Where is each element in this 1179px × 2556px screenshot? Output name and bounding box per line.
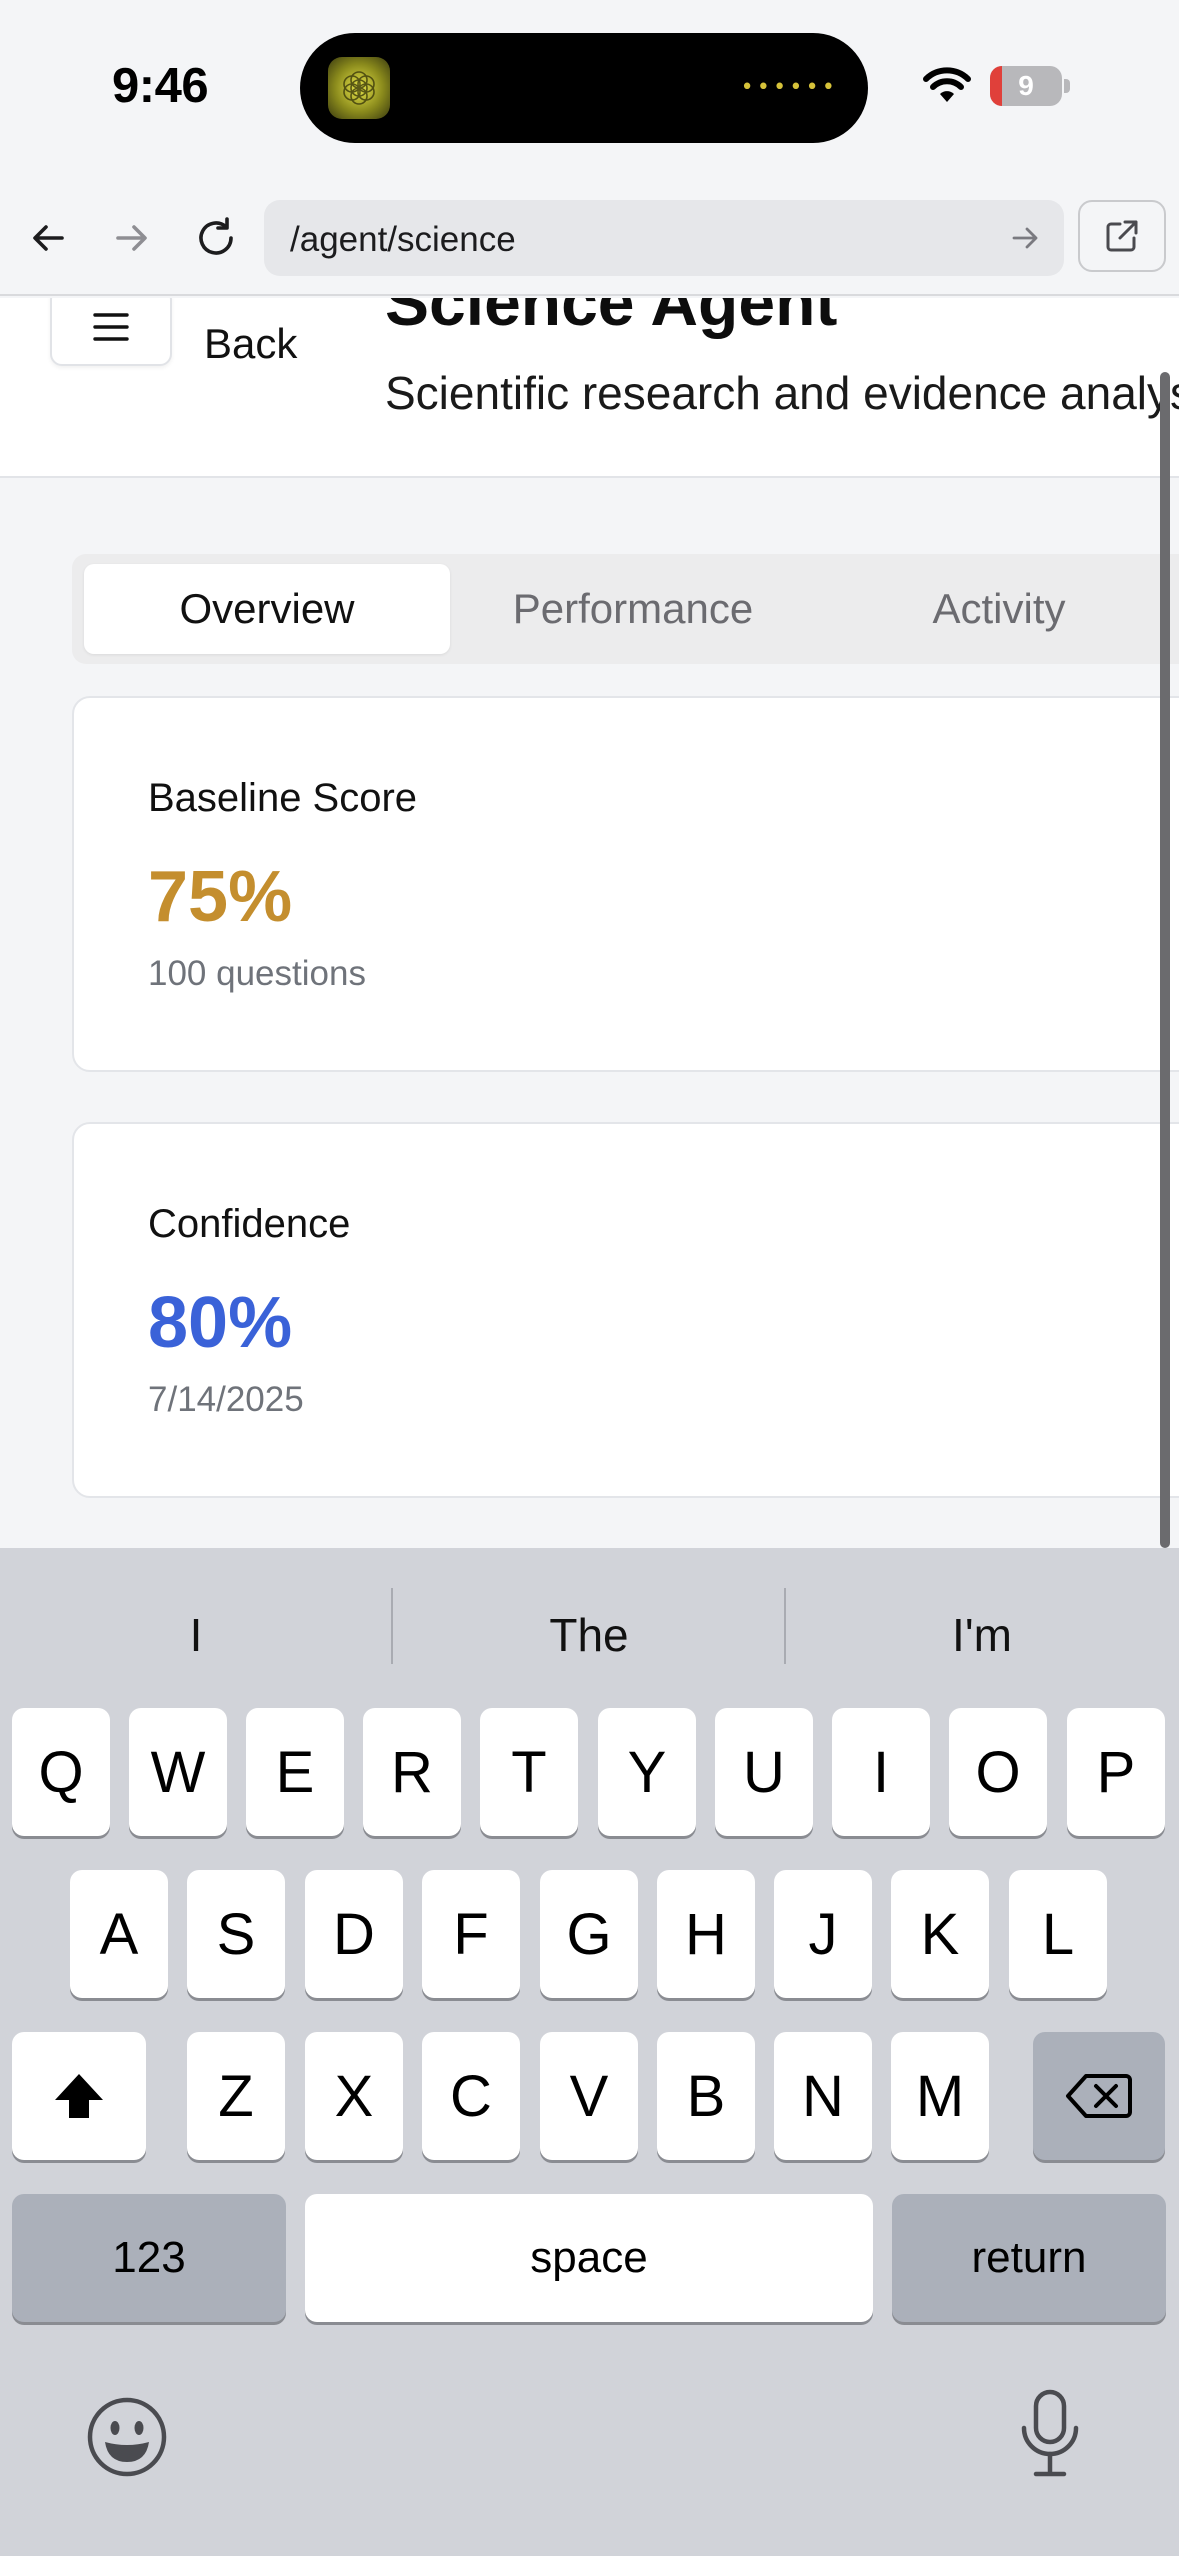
key-j[interactable]: J: [774, 1870, 872, 1998]
space-key[interactable]: space: [305, 2194, 873, 2322]
card-subtext: 100 questions: [148, 954, 366, 993]
key-c[interactable]: C: [422, 2032, 520, 2160]
key-t[interactable]: T: [480, 1708, 578, 1836]
suggestion-2[interactable]: The: [393, 1590, 785, 1680]
dynamic-island: ••••••: [300, 33, 868, 143]
key-g[interactable]: G: [540, 1870, 638, 1998]
go-arrow-icon[interactable]: [1008, 220, 1044, 256]
suggestion-1[interactable]: I: [0, 1590, 392, 1680]
keyboard: I The I'm Q W E R T Y U I O P A S D F G …: [0, 1548, 1179, 2556]
key-s[interactable]: S: [187, 1870, 285, 1998]
agent-content: Overview Performance Activity Baseline S…: [0, 478, 1179, 1548]
baseline-score-card: Baseline Score 75% 100 questions: [72, 696, 1179, 1072]
live-activity-app-icon: [328, 57, 390, 119]
backspace-icon: [1066, 2074, 1132, 2118]
forward-arrow-button[interactable]: [102, 208, 162, 268]
suggestion-3[interactable]: I'm: [786, 1590, 1178, 1680]
key-e[interactable]: E: [246, 1708, 344, 1836]
key-k[interactable]: K: [891, 1870, 989, 1998]
key-f[interactable]: F: [422, 1870, 520, 1998]
emoji-icon[interactable]: [86, 2396, 168, 2478]
tab-performance[interactable]: Performance: [450, 564, 816, 654]
shift-icon: [55, 2074, 103, 2118]
wifi-icon: [923, 67, 971, 102]
arrow-left-icon: [33, 225, 64, 251]
browser-toolbar: /agent/science: [0, 180, 1179, 296]
card-value: 80%: [148, 1283, 293, 1363]
key-a[interactable]: A: [70, 1870, 168, 1998]
battery-level: 9: [1018, 70, 1034, 101]
hamburger-menu-icon: [93, 313, 129, 341]
key-q[interactable]: Q: [12, 1708, 110, 1836]
delete-key[interactable]: [1033, 2032, 1165, 2160]
external-link-icon: [1106, 220, 1138, 252]
tab-overview[interactable]: Overview: [84, 564, 450, 654]
back-arrow-button[interactable]: [18, 208, 78, 268]
key-v[interactable]: V: [540, 2032, 638, 2160]
menu-button[interactable]: [50, 298, 172, 366]
reload-icon: [199, 217, 233, 255]
key-o[interactable]: O: [949, 1708, 1047, 1836]
key-y[interactable]: Y: [598, 1708, 696, 1836]
page-scrollbar[interactable]: [1160, 372, 1170, 1548]
confidence-card: Confidence 80% 7/14/2025: [72, 1122, 1179, 1498]
key-u[interactable]: U: [715, 1708, 813, 1836]
card-label: Confidence: [148, 1202, 351, 1246]
key-h[interactable]: H: [657, 1870, 755, 1998]
key-n[interactable]: N: [774, 2032, 872, 2160]
url-text: /agent/science: [290, 220, 516, 259]
tab-activity[interactable]: Activity: [816, 564, 1179, 654]
card-label: Baseline Score: [148, 776, 418, 820]
arrow-right-icon: [116, 225, 147, 251]
page-title: Science Agent: [385, 298, 838, 339]
key-z[interactable]: Z: [187, 2032, 285, 2160]
open-external-button[interactable]: [1078, 200, 1166, 272]
key-x[interactable]: X: [305, 2032, 403, 2160]
back-link[interactable]: Back: [204, 320, 297, 368]
key-d[interactable]: D: [305, 1870, 403, 1998]
reload-button[interactable]: [186, 208, 246, 268]
key-p[interactable]: P: [1067, 1708, 1165, 1836]
key-r[interactable]: R: [363, 1708, 461, 1836]
key-w[interactable]: W: [129, 1708, 227, 1836]
page-header: Back Science Agent Scientific research a…: [0, 298, 1179, 478]
return-key[interactable]: return: [892, 2194, 1166, 2322]
battery-icon: 9: [990, 66, 1070, 106]
url-field[interactable]: /agent/science: [264, 200, 1064, 276]
island-activity-dots: ••••••: [740, 75, 838, 100]
key-i[interactable]: I: [832, 1708, 930, 1836]
card-subtext: 7/14/2025: [148, 1380, 304, 1419]
key-m[interactable]: M: [891, 2032, 989, 2160]
key-b[interactable]: B: [657, 2032, 755, 2160]
tab-bar: Overview Performance Activity: [72, 554, 1179, 664]
page-subtitle: Scientific research and evidence analysi…: [385, 367, 1179, 419]
numbers-key[interactable]: 123: [12, 2194, 286, 2322]
microphone-icon[interactable]: [1018, 2388, 1082, 2480]
status-time: 9:46: [112, 59, 209, 113]
shift-key[interactable]: [12, 2032, 146, 2160]
card-value: 75%: [148, 857, 293, 937]
key-l[interactable]: L: [1009, 1870, 1107, 1998]
status-bar: 9:46 •••••• 9: [0, 0, 1179, 180]
